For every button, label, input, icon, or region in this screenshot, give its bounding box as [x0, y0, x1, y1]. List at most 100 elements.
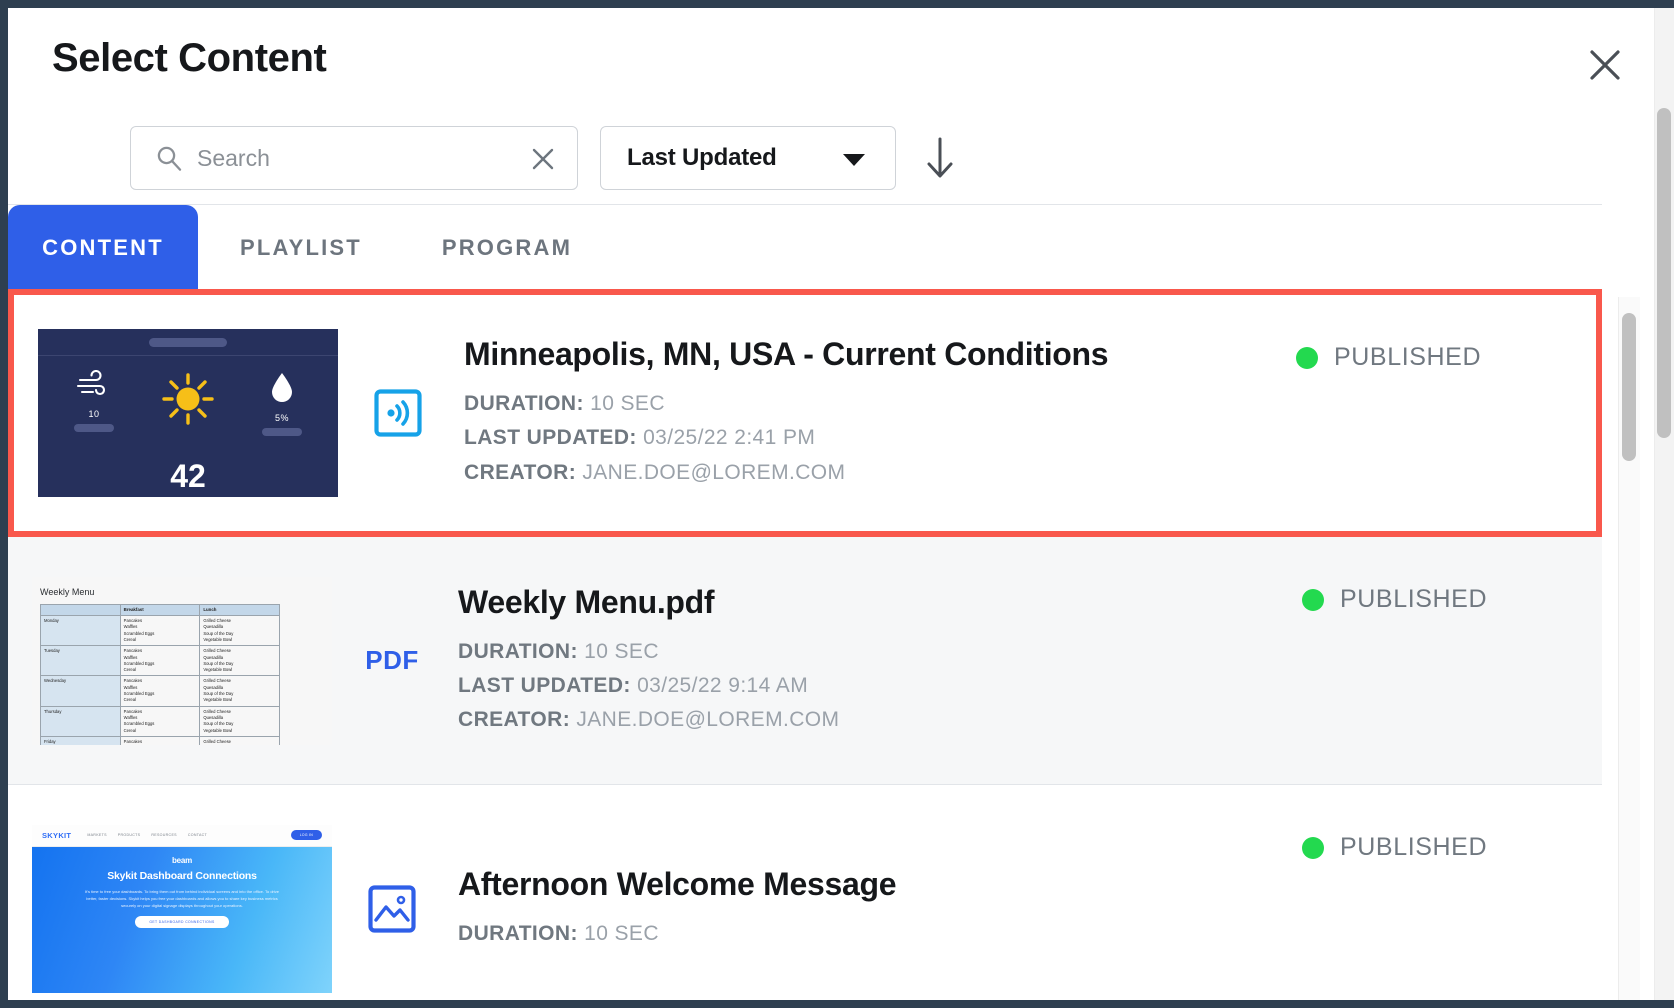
website-hero: beam Skykit Dashboard Connections It's t… — [32, 846, 332, 993]
creator-label: CREATOR: — [458, 708, 571, 731]
menu-doc-title: Weekly Menu — [40, 586, 95, 597]
hero-cta-button: GET DASHBOARD CONNECTIONS — [135, 916, 229, 929]
creator-label: CREATOR: — [464, 460, 577, 484]
last-updated-value: 03/25/22 9:14 AM — [637, 673, 809, 697]
nav-resources: RESOURCES — [151, 833, 177, 837]
sort-direction-button[interactable] — [918, 133, 962, 183]
status-label: PUBLISHED — [1334, 343, 1482, 371]
cell-day: Friday — [40, 735, 121, 745]
page-title: Select Content — [52, 36, 327, 80]
th-blank — [40, 603, 121, 617]
website-navbar: SKYKIT MARKETS PRODUCTS RESOURCES CONTAC… — [32, 824, 332, 847]
duration-value: 10 SEC — [584, 921, 659, 945]
water-drop-icon — [272, 373, 292, 402]
precip-value: 5% — [274, 413, 289, 423]
select-content-modal: Select Content Search Last Updated CONTE… — [8, 8, 1666, 1000]
weather-title-placeholder — [149, 338, 227, 347]
broadcast-icon — [374, 389, 422, 437]
clear-search-icon[interactable] — [529, 145, 557, 173]
cell-breakfast: Pancakes Waffles Scrambled Eggs Cereal — [119, 615, 201, 647]
content-list[interactable]: 10 42 5% Minneapolis, MN, USA - Current … — [8, 289, 1602, 1000]
tab-content[interactable]: CONTENT — [8, 205, 198, 290]
creator-value: JANE.DOE@LOREM.COM — [576, 708, 840, 731]
cell-lunch: Grilled Cheese Quesadilla Soup of the Da… — [199, 705, 280, 737]
item-title: Afternoon Welcome Message — [458, 865, 897, 902]
th-lunch: Lunch — [199, 603, 280, 617]
item-info: Minneapolis, MN, USA - Current Condition… — [458, 336, 1296, 489]
last-updated-label: LAST UPDATED: — [458, 673, 631, 697]
temperature-value: 42 — [170, 458, 206, 494]
sort-by-value: Last Updated — [627, 144, 777, 171]
cell-lunch: Grilled Cheese Quesadilla Soup of the Da… — [199, 645, 280, 677]
duration-label: DURATION: — [464, 392, 584, 416]
status-badge: PUBLISHED — [1296, 343, 1596, 372]
duration-value: 10 SEC — [590, 392, 665, 416]
item-creator: CREATOR: JANE.DOE@LOREM.COM — [464, 456, 1296, 490]
cell-breakfast: Pancakes Waffles Scrambled Eggs Cereal — [119, 735, 201, 745]
skykit-logo: SKYKIT — [42, 830, 72, 840]
list-item[interactable]: Weekly Menu Breakfast Lunch Monday Panca… — [8, 537, 1602, 785]
table-row: Tuesday Pancakes Waffles Scrambled Eggs … — [40, 645, 280, 677]
menu-line: Pancakes — [123, 738, 143, 744]
list-item[interactable]: SKYKIT MARKETS PRODUCTS RESOURCES CONTAC… — [8, 785, 1602, 1000]
cell-day: Tuesday — [40, 645, 121, 677]
hero-body: It's time to free your dashboards. To br… — [85, 888, 279, 908]
tab-program[interactable]: PROGRAM — [404, 205, 610, 290]
weather-wind: 10 — [59, 369, 129, 432]
th-breakfast: Breakfast — [119, 603, 201, 617]
cell-lunch: Grilled Cheese Quesadilla Soup of the Da… — [199, 675, 280, 707]
chevron-down-icon — [843, 154, 865, 166]
search-field[interactable] — [130, 126, 578, 190]
weather-condition: 42 — [153, 370, 223, 494]
list-scrollbar-thumb[interactable] — [1622, 313, 1636, 461]
hero-title: Skykit Dashboard Connections — [107, 869, 257, 882]
close-icon[interactable] — [1586, 46, 1624, 84]
duration-label: DURATION: — [458, 639, 578, 663]
table-row: Friday Pancakes Waffles Scrambled Eggs C… — [40, 735, 280, 745]
menu-line: Vegetable Bowl — [203, 727, 233, 733]
last-updated-label: LAST UPDATED: — [464, 426, 637, 450]
list-item[interactable]: 10 42 5% Minneapolis, MN, USA - Current … — [8, 289, 1602, 537]
menu-pdf-thumbnail: Weekly Menu Breakfast Lunch Monday Panca… — [32, 576, 332, 745]
precip-bar — [262, 428, 302, 436]
cell-lunch: Grilled Cheese Quesadilla Soup of the Da… — [199, 615, 280, 647]
item-title: Weekly Menu.pdf — [458, 583, 715, 620]
menu-line: Cereal — [123, 727, 136, 733]
cell-day: Thursday — [40, 705, 121, 737]
weather-precip: 5% — [247, 370, 317, 436]
creator-value: JANE.DOE@LOREM.COM — [582, 460, 846, 484]
item-thumbnail: SKYKIT MARKETS PRODUCTS RESOURCES CONTAC… — [32, 824, 332, 993]
image-icon — [368, 884, 416, 933]
tab-program-label: PROGRAM — [441, 234, 573, 260]
modal-header: Select Content — [8, 8, 1666, 112]
cell-breakfast: Pancakes Waffles Scrambled Eggs Cereal — [119, 645, 201, 677]
cell-breakfast: Pancakes Waffles Scrambled Eggs Cereal — [119, 705, 201, 737]
nav-products: PRODUCTS — [117, 833, 141, 837]
status-label: PUBLISHED — [1340, 833, 1488, 861]
search-input[interactable] — [131, 127, 577, 189]
menu-line: Cereal — [123, 697, 136, 703]
item-duration: DURATION: 10 SEC — [458, 635, 1302, 669]
sort-by-select[interactable]: Last Updated — [600, 126, 896, 190]
status-dot-icon — [1302, 836, 1324, 859]
status-dot-icon — [1302, 588, 1324, 611]
sun-icon — [162, 373, 214, 425]
content-type-icon-wrapper — [338, 389, 458, 437]
menu-line: Grilled Cheese — [203, 738, 232, 744]
duration-value: 10 SEC — [584, 639, 659, 663]
nav-markets: MARKETS — [87, 833, 107, 837]
cell-breakfast: Pancakes Waffles Scrambled Eggs Cereal — [119, 675, 201, 707]
last-updated-value: 03/25/22 2:41 PM — [643, 426, 816, 450]
wind-icon — [76, 369, 106, 396]
tab-playlist-label: PLAYLIST — [240, 234, 362, 260]
weather-topbar — [38, 329, 338, 356]
wind-bar — [74, 424, 114, 432]
item-last-updated: LAST UPDATED: 03/25/22 2:41 PM — [464, 421, 1296, 455]
duration-label: DURATION: — [458, 921, 578, 945]
item-thumbnail: 10 42 5% — [38, 329, 338, 497]
tab-playlist[interactable]: PLAYLIST — [198, 205, 404, 290]
menu-table: Breakfast Lunch Monday Pancakes Waffles … — [40, 603, 280, 745]
status-badge: PUBLISHED — [1302, 585, 1602, 614]
page-scrollbar-thumb[interactable] — [1657, 108, 1671, 438]
menu-line: Vegetable Bowl — [203, 697, 233, 703]
